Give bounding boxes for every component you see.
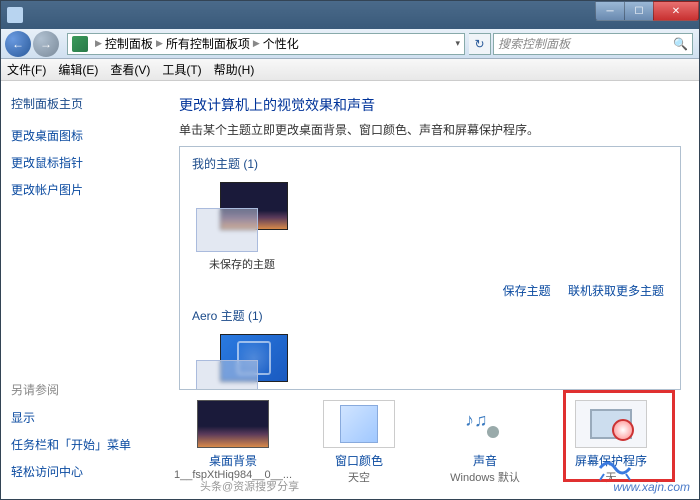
sidebar-link-account-picture[interactable]: 更改帐户图片 bbox=[11, 181, 161, 198]
search-placeholder: 搜索控制面板 bbox=[498, 35, 570, 52]
menu-file[interactable]: 文件(F) bbox=[7, 61, 46, 78]
address-bar[interactable]: ▶ 控制面板 ▶ 所有控制面板项 ▶ 个性化 ▾ bbox=[67, 33, 465, 55]
menu-edit[interactable]: 编辑(E) bbox=[58, 61, 98, 78]
breadcrumb-all-items[interactable]: 所有控制面板项 bbox=[166, 35, 250, 52]
navigation-bar: ← → ▶ 控制面板 ▶ 所有控制面板项 ▶ 个性化 ▾ ↻ 搜索控制面板 🔍 bbox=[1, 29, 699, 59]
chevron-right-icon: ▶ bbox=[253, 38, 260, 49]
menu-help[interactable]: 帮助(H) bbox=[214, 61, 255, 78]
window-icon bbox=[7, 7, 23, 23]
main-content: 更改计算机上的视觉效果和声音 单击某个主题立即更改桌面背景、窗口颜色、声音和屏幕… bbox=[171, 81, 699, 499]
more-themes-link[interactable]: 联机获取更多主题 bbox=[568, 284, 664, 298]
control-panel-icon bbox=[72, 36, 88, 52]
sidebar-link-display[interactable]: 显示 bbox=[11, 409, 161, 426]
sidebar-link-desktop-icons[interactable]: 更改桌面图标 bbox=[11, 127, 161, 144]
save-theme-link[interactable]: 保存主题 bbox=[503, 284, 551, 298]
back-button[interactable]: ← bbox=[5, 31, 31, 57]
watermark-source: 头条@资源搜罗分享 bbox=[200, 478, 299, 494]
sound-icon: ♪♫ bbox=[449, 400, 521, 448]
sidebar-link-ease-of-access[interactable]: 轻松访问中心 bbox=[11, 463, 161, 480]
breadcrumb-personalization[interactable]: 个性化 bbox=[263, 35, 299, 52]
menu-bar: 文件(F) 编辑(E) 查看(V) 工具(T) 帮助(H) bbox=[1, 59, 699, 81]
my-themes-label: 我的主题 (1) bbox=[192, 155, 668, 172]
window-color-button[interactable]: 窗口颜色 天空 bbox=[309, 400, 409, 485]
page-description: 单击某个主题立即更改桌面背景、窗口颜色、声音和屏幕保护程序。 bbox=[179, 121, 681, 138]
window-color-icon bbox=[323, 400, 395, 448]
themes-list: 我的主题 (1) 未保存的主题 保存主题 联机获取更多主题 Aero 主题 (1… bbox=[179, 146, 681, 390]
watermark-url: www.xajn.com bbox=[613, 480, 690, 494]
theme-aero[interactable] bbox=[192, 330, 292, 390]
theme-window-thumb bbox=[196, 360, 258, 390]
watermark-logo-icon bbox=[598, 454, 632, 482]
close-button[interactable]: ✕ bbox=[653, 1, 699, 21]
desktop-background-button[interactable]: 桌面背景 1__fspXtHiq984__0__... bbox=[183, 400, 283, 485]
maximize-button[interactable]: ☐ bbox=[624, 1, 654, 21]
desktop-background-icon bbox=[197, 400, 269, 448]
window-titlebar: ─ ☐ ✕ bbox=[1, 1, 699, 29]
sidebar: 控制面板主页 更改桌面图标 更改鼠标指针 更改帐户图片 另请参阅 显示 任务栏和… bbox=[1, 81, 171, 499]
chevron-right-icon: ▶ bbox=[156, 38, 163, 49]
theme-unsaved[interactable]: 未保存的主题 bbox=[192, 178, 292, 276]
page-title: 更改计算机上的视觉效果和声音 bbox=[179, 95, 681, 115]
breadcrumb-control-panel[interactable]: 控制面板 bbox=[105, 35, 153, 52]
search-icon[interactable]: 🔍 bbox=[673, 37, 688, 51]
sidebar-home-link[interactable]: 控制面板主页 bbox=[11, 95, 161, 112]
address-dropdown-icon[interactable]: ▾ bbox=[455, 38, 460, 49]
aero-themes-label: Aero 主题 (1) bbox=[192, 307, 668, 324]
sidebar-see-also-label: 另请参阅 bbox=[11, 381, 161, 398]
forward-button[interactable]: → bbox=[33, 31, 59, 57]
minimize-button[interactable]: ─ bbox=[595, 1, 625, 21]
chevron-right-icon: ▶ bbox=[95, 38, 102, 49]
theme-label: 未保存的主题 bbox=[209, 256, 275, 272]
svg-text:♪♫: ♪♫ bbox=[465, 410, 488, 430]
refresh-button[interactable]: ↻ bbox=[469, 33, 491, 55]
search-input[interactable]: 搜索控制面板 🔍 bbox=[493, 33, 693, 55]
sidebar-link-mouse-pointers[interactable]: 更改鼠标指针 bbox=[11, 154, 161, 171]
menu-view[interactable]: 查看(V) bbox=[110, 61, 150, 78]
theme-window-thumb bbox=[196, 208, 258, 252]
sidebar-link-taskbar[interactable]: 任务栏和「开始」菜单 bbox=[11, 436, 161, 453]
menu-tools[interactable]: 工具(T) bbox=[162, 61, 201, 78]
sound-button[interactable]: ♪♫ 声音 Windows 默认 bbox=[435, 400, 535, 485]
screen-saver-icon bbox=[575, 400, 647, 448]
